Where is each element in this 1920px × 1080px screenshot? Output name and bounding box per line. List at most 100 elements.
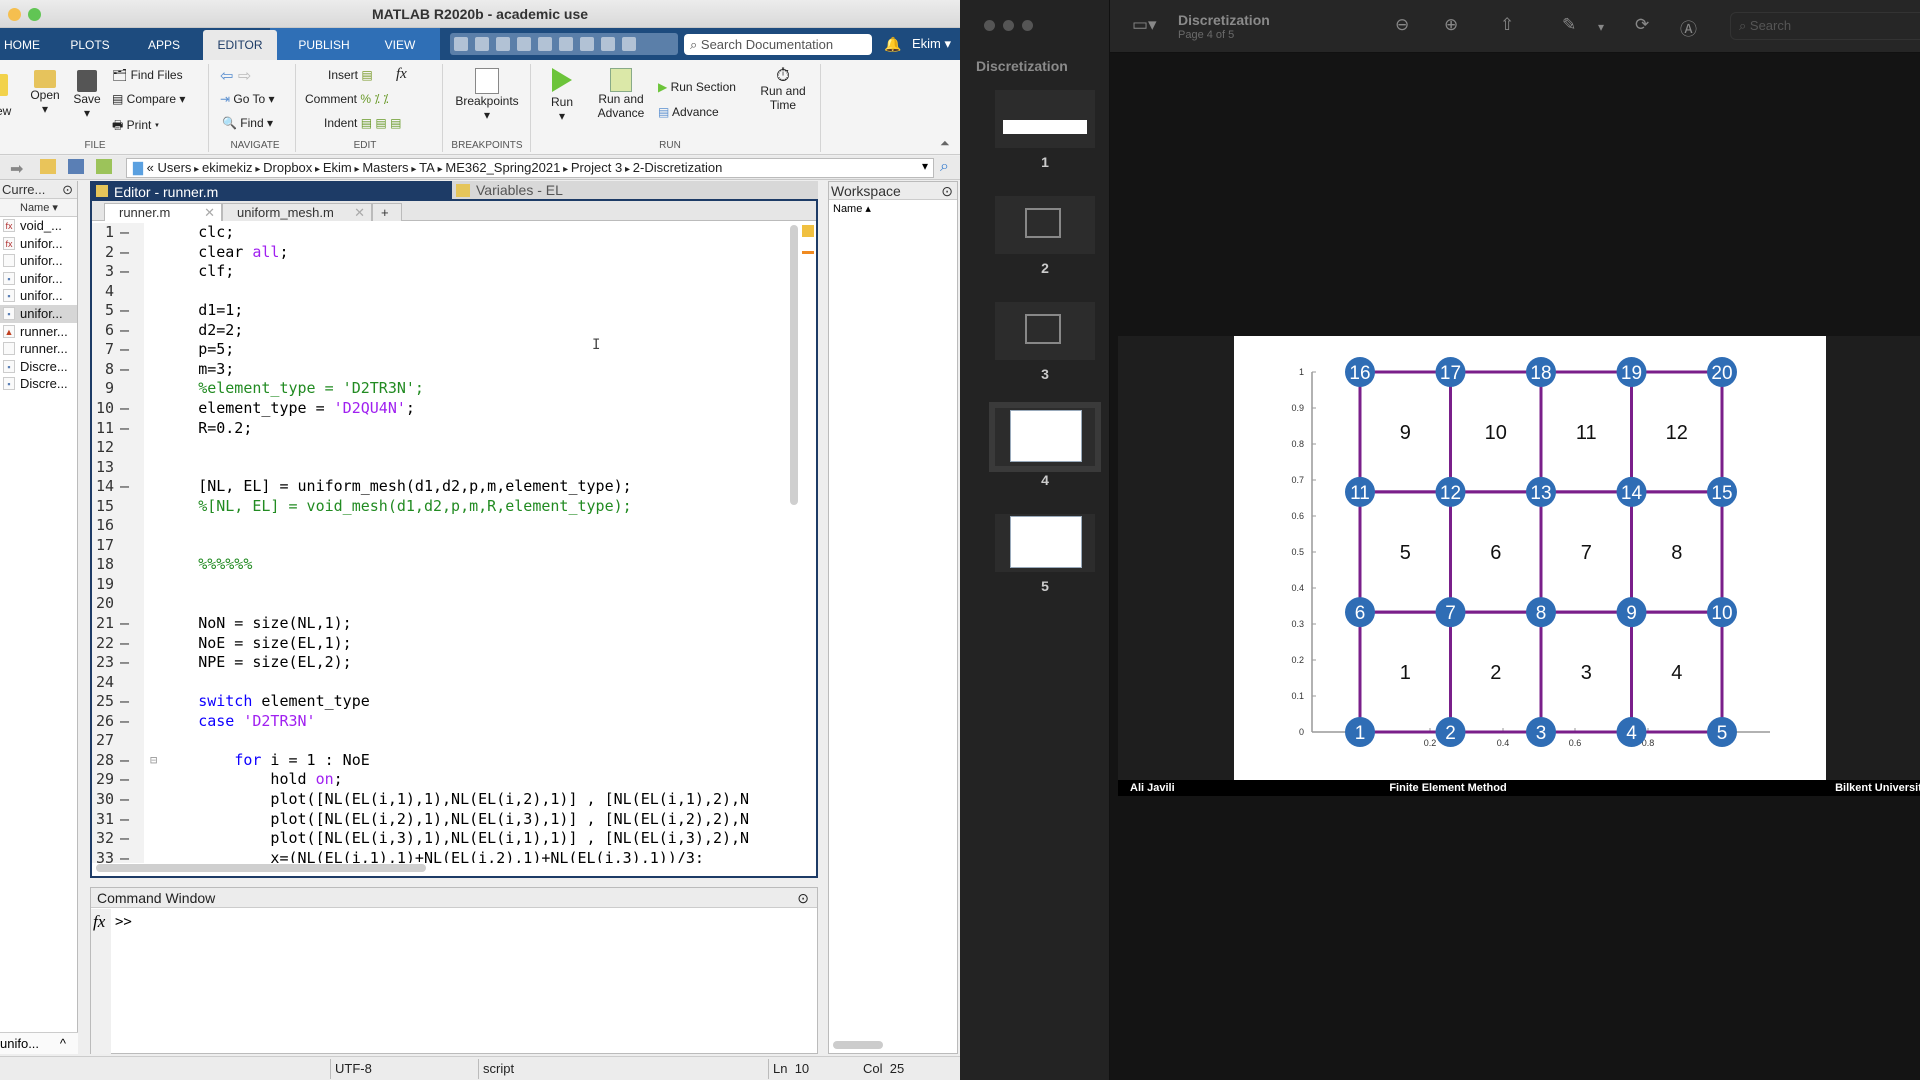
horizontal-scrollbar[interactable] bbox=[96, 864, 426, 872]
breakpoints-button[interactable]: Breakpoints ▾ bbox=[452, 68, 522, 122]
share-icon[interactable]: ⇧ bbox=[1500, 15, 1514, 35]
page-thumbnail[interactable] bbox=[995, 302, 1095, 360]
browse-folder-icon[interactable] bbox=[68, 159, 84, 174]
indent-button[interactable]: Indent ▤ ▤ ▤ bbox=[324, 116, 401, 130]
code-line[interactable]: 21– NoN = size(NL,1); bbox=[92, 614, 788, 634]
code-line[interactable]: 15 %[NL, EL] = void_mesh(d1,d2,p,m,R,ele… bbox=[92, 497, 788, 517]
sidebar-toggle-icon[interactable]: ▭▾ bbox=[1132, 15, 1157, 35]
executable-marker[interactable]: – bbox=[114, 751, 144, 771]
close-tab-icon[interactable]: ✕ bbox=[204, 204, 215, 222]
page-thumbnail[interactable] bbox=[995, 514, 1095, 572]
executable-marker[interactable]: – bbox=[114, 614, 144, 634]
code-line[interactable]: 6– d2=2; bbox=[92, 321, 788, 341]
executable-marker[interactable] bbox=[114, 458, 144, 478]
executable-marker[interactable]: – bbox=[114, 301, 144, 321]
code-line[interactable]: 31– plot([NL(EL(i,2),1),NL(EL(i,3),1)] ,… bbox=[92, 810, 788, 830]
run-button[interactable]: Run ▾ bbox=[545, 68, 579, 123]
tab-home[interactable]: HOME bbox=[0, 28, 44, 60]
code-line[interactable]: 1– clc; bbox=[92, 223, 788, 243]
file-list-item[interactable]: ▪ Discre... bbox=[0, 358, 77, 376]
executable-marker[interactable] bbox=[114, 379, 144, 399]
code-line[interactable]: 8– m=3; bbox=[92, 360, 788, 380]
file-list-item[interactable]: runner... bbox=[0, 340, 77, 358]
print-button[interactable]: 🖶 Print ▾ bbox=[112, 116, 159, 137]
tab-editor[interactable]: EDITOR bbox=[203, 30, 277, 60]
close-window-button[interactable] bbox=[984, 20, 995, 31]
breadcrumb-item[interactable]: TA bbox=[419, 160, 435, 175]
redo-icon[interactable] bbox=[559, 37, 573, 51]
executable-marker[interactable]: – bbox=[114, 770, 144, 790]
zoom-button[interactable] bbox=[28, 8, 41, 21]
run-section-button[interactable]: ▶ Run Section bbox=[658, 80, 736, 94]
executable-marker[interactable] bbox=[114, 516, 144, 536]
breadcrumb-item[interactable]: 2-Discretization bbox=[633, 160, 723, 175]
new-tab-button[interactable]: + bbox=[372, 203, 402, 221]
goto-button[interactable]: ⇥ Go To ▾ bbox=[220, 92, 275, 106]
executable-marker[interactable]: – bbox=[114, 399, 144, 419]
command-prompt[interactable]: >> bbox=[115, 914, 132, 930]
file-list-item[interactable]: ▪ unifor... bbox=[0, 270, 77, 288]
code-line[interactable]: 14– [NL, EL] = uniform_mesh(d1,d2,p,m,el… bbox=[92, 477, 788, 497]
executable-marker[interactable] bbox=[114, 575, 144, 595]
code-line[interactable]: 20 bbox=[92, 594, 788, 614]
breadcrumb-item[interactable]: Users bbox=[157, 160, 191, 175]
horizontal-scrollbar[interactable] bbox=[833, 1041, 883, 1049]
executable-marker[interactable]: – bbox=[114, 653, 144, 673]
fx-button[interactable]: fx bbox=[396, 66, 407, 83]
breadcrumb-item[interactable]: ekimekiz bbox=[202, 160, 253, 175]
save-button[interactable]: Save ▾ bbox=[72, 70, 102, 120]
executable-marker[interactable] bbox=[114, 497, 144, 517]
executable-marker[interactable] bbox=[114, 536, 144, 556]
page-thumbnail[interactable] bbox=[989, 402, 1101, 472]
tab-apps[interactable]: APPS bbox=[142, 28, 186, 60]
panel-menu-icon[interactable]: ⊙ bbox=[62, 181, 73, 199]
switch-windows-icon[interactable] bbox=[580, 37, 594, 51]
executable-marker[interactable]: – bbox=[114, 419, 144, 439]
minimize-button[interactable] bbox=[8, 8, 21, 21]
executable-marker[interactable]: – bbox=[114, 790, 144, 810]
code-line[interactable]: 33– x=(NL(EL(i,1),1)+NL(EL(i,2),1)+NL(EL… bbox=[92, 849, 788, 863]
breadcrumb-item[interactable]: Masters bbox=[362, 160, 408, 175]
compare-button[interactable]: ▤ Compare ▾ bbox=[112, 92, 185, 106]
code-line[interactable]: 29– hold on; bbox=[92, 770, 788, 790]
preview-search-input[interactable]: ⌕ Search bbox=[1730, 12, 1920, 40]
zoom-in-icon[interactable]: ⊕ bbox=[1444, 15, 1458, 35]
code-line[interactable]: 19 bbox=[92, 575, 788, 595]
file-list-item[interactable]: ▪ unifor... bbox=[0, 287, 77, 305]
code-line[interactable]: 4 bbox=[92, 282, 788, 302]
rotate-icon[interactable]: ⟳ bbox=[1635, 15, 1649, 35]
executable-marker[interactable] bbox=[114, 282, 144, 302]
panel-menu-icon[interactable]: ⊙ bbox=[941, 182, 953, 200]
breadcrumb-item[interactable]: Project 3 bbox=[571, 160, 622, 175]
code-line[interactable]: 23– NPE = size(EL,2); bbox=[92, 653, 788, 673]
code-line[interactable]: 10– element_type = 'D2QU4N'; bbox=[92, 399, 788, 419]
breadcrumb-item[interactable]: Ekim bbox=[323, 160, 352, 175]
code-line[interactable]: 25– switch element_type bbox=[92, 692, 788, 712]
minimize-window-button[interactable] bbox=[1003, 20, 1014, 31]
page-thumbnail[interactable] bbox=[995, 196, 1095, 254]
qat-menu-icon[interactable] bbox=[622, 37, 636, 51]
copy-icon[interactable] bbox=[496, 37, 510, 51]
path-dropdown-icon[interactable]: ▾ bbox=[922, 159, 928, 173]
up-folder-icon[interactable] bbox=[40, 159, 56, 174]
code-line[interactable]: 11– R=0.2; bbox=[92, 419, 788, 439]
save-icon[interactable] bbox=[454, 37, 468, 51]
code-line[interactable]: 5– d1=1; bbox=[92, 301, 788, 321]
back-forward-arrows-icon[interactable]: ⇦ ⇨ bbox=[220, 66, 251, 86]
code-line[interactable]: 32– plot([NL(EL(i,3),1),NL(EL(i,1),1)] ,… bbox=[92, 829, 788, 849]
current-folder-path[interactable]: ▇ « Users ▸ ekimekiz ▸ Dropbox ▸ Ekim ▸ … bbox=[126, 158, 934, 178]
warning-marker[interactable] bbox=[802, 251, 814, 254]
panel-menu-icon[interactable]: ⊙ bbox=[797, 888, 809, 908]
undo-icon[interactable] bbox=[538, 37, 552, 51]
file-list-item[interactable]: unifor... bbox=[0, 252, 77, 270]
executable-marker[interactable]: – bbox=[114, 810, 144, 830]
executable-marker[interactable]: – bbox=[114, 262, 144, 282]
page-thumbnail[interactable] bbox=[995, 90, 1095, 148]
code-fold-icon[interactable]: ⊟ bbox=[150, 751, 157, 771]
executable-marker[interactable]: – bbox=[114, 340, 144, 360]
code-line[interactable]: 7– p=5; bbox=[92, 340, 788, 360]
code-line[interactable]: 30– plot([NL(EL(i,1),1),NL(EL(i,2),1)] ,… bbox=[92, 790, 788, 810]
variables-tab[interactable]: Variables - EL bbox=[452, 181, 818, 199]
breadcrumb-item[interactable]: ME362_Spring2021 bbox=[445, 160, 560, 175]
code-line[interactable]: 18 %%%%%% bbox=[92, 555, 788, 575]
